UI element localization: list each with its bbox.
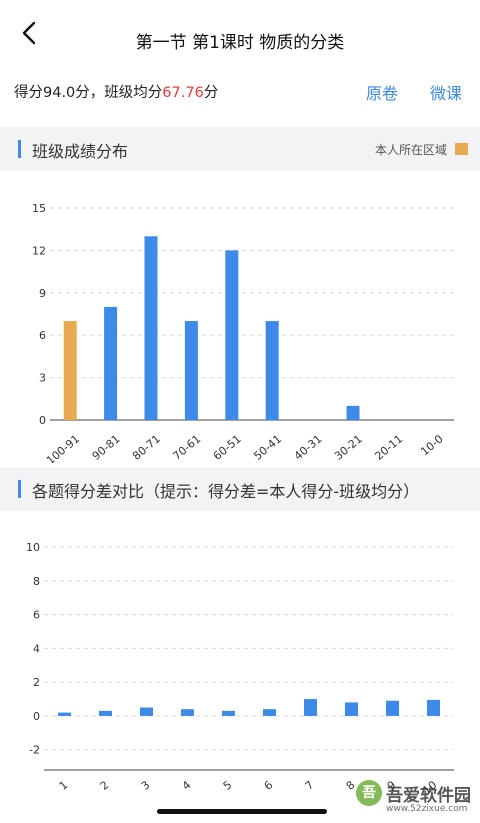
bar (99, 710, 112, 716)
score-distribution-chart: 0 3 6 9 12 15 100-91 90-81 80-71 70-61 60-51 50-41 4… (32, 202, 454, 463)
x-tick-label: 7 (303, 778, 317, 792)
score-summary: 得分94.0分，班级均分67.76分 原卷 微课 (0, 76, 480, 106)
y-tick-label: -2 (29, 744, 40, 757)
class-average-value: 67.76 (162, 85, 204, 101)
legend-swatch (455, 143, 468, 155)
bar (181, 709, 194, 716)
x-tick-label: 1 (57, 778, 71, 792)
score-text: 得分94.0分，班级均分67.76分 (14, 81, 218, 102)
bar (386, 700, 399, 716)
bar (140, 707, 153, 716)
score-suffix: 分 (203, 85, 219, 101)
chart-legend: 本人所在区域 (375, 141, 468, 158)
section-accent-bar (18, 480, 21, 498)
x-tick-label: 40-31 (292, 432, 325, 463)
y-tick-label: 9 (39, 287, 46, 300)
watermark-url: www.52zixue.com (386, 804, 468, 814)
bar (263, 709, 276, 716)
y-tick-label: 2 (33, 676, 40, 689)
bar (222, 710, 235, 716)
bar (345, 702, 358, 716)
original-paper-link[interactable]: 原卷 (366, 80, 398, 104)
watermark-logo: 吾 吾爱软件园 www.52zixue.com (356, 776, 480, 821)
section-title: 班级成绩分布 (32, 142, 129, 161)
section-title: 各题得分差对比（提示：得分差=本人得分-班级均分） (32, 482, 420, 501)
bar (104, 306, 118, 420)
x-tick-label: 10-0 (418, 432, 445, 458)
y-tick-label: 15 (32, 202, 46, 215)
x-tick-label: 2 (98, 778, 112, 792)
micro-lesson-link[interactable]: 微课 (430, 80, 462, 104)
y-tick-label: 3 (39, 372, 46, 385)
x-tick-label: 3 (139, 778, 153, 792)
bar (58, 712, 71, 716)
x-tick-label: 50-41 (251, 432, 284, 463)
y-tick-label: 8 (33, 575, 40, 588)
bar (225, 250, 239, 420)
x-tick-label: 90-81 (90, 432, 123, 463)
x-tick-label: 5 (221, 778, 235, 792)
score-prefix: 得分94.0分，班级均分 (14, 85, 163, 101)
legend-label: 本人所在区域 (374, 143, 447, 157)
x-tick-label: 20-11 (372, 432, 405, 463)
bar (265, 321, 279, 420)
y-tick-label: 10 (26, 541, 40, 554)
x-tick-label: 4 (180, 778, 194, 792)
x-tick-label: 60-51 (211, 432, 244, 463)
y-tick-label: 12 (32, 244, 46, 257)
y-tick-label: 0 (33, 710, 40, 723)
bar (63, 321, 77, 420)
x-tick-label: 6 (262, 778, 276, 792)
bar (144, 236, 158, 420)
bar (184, 321, 198, 420)
watermark-icon: 吾 (356, 780, 382, 806)
y-tick-label: 0 (39, 414, 46, 427)
watermark-name: 吾爱软件园 (386, 786, 471, 806)
y-tick-label: 4 (33, 642, 40, 655)
section-header-distribution: 班级成绩分布 本人所在区域 (0, 127, 480, 171)
x-tick-label: 100-91 (44, 432, 82, 463)
bar (304, 699, 317, 716)
y-tick-label: 6 (33, 609, 40, 622)
x-tick-label: 70-61 (170, 432, 203, 463)
y-tick-label: 6 (39, 329, 46, 342)
x-tick-label: 80-71 (130, 432, 163, 463)
home-indicator (157, 809, 327, 814)
navigation-bar: 第一节 第1课时 物质的分类 (0, 0, 480, 78)
bar (346, 405, 360, 420)
section-accent-bar (18, 140, 21, 158)
bar (427, 699, 440, 716)
score-difference-chart: -202468101 2 3 4 5 6 7 8 9 10 (26, 541, 454, 797)
section-header-difference: 各题得分差对比（提示：得分差=本人得分-班级均分） (0, 467, 480, 511)
x-tick-label: 30-21 (332, 432, 365, 463)
page-title: 第一节 第1课时 物质的分类 (135, 33, 345, 53)
